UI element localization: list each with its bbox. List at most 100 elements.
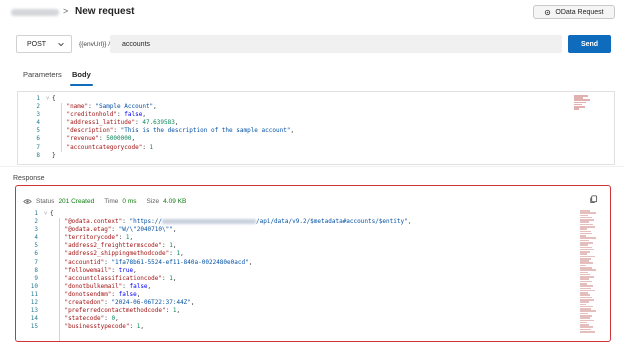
line-number: 1 <box>36 95 40 102</box>
fold-marker <box>44 267 50 275</box>
json-key: "name" <box>66 103 89 111</box>
code-line: 13 "preferredcontactmethodcode": 1, <box>16 307 411 315</box>
line-number: 14 <box>30 315 38 323</box>
redacted-host <box>162 219 256 225</box>
code-line: 12 "createdon": "2024-06-06T22:37:44Z", <box>16 299 411 307</box>
json-comma: , <box>133 266 137 274</box>
json-comma: , <box>136 290 141 298</box>
json-comma: , <box>180 250 184 258</box>
json-key: "preferredcontactmethodcode" <box>64 307 166 315</box>
tab-parameters[interactable]: Parameters <box>23 70 62 84</box>
code-bracket: { <box>50 210 54 217</box>
json-value: true <box>118 266 134 274</box>
line-number: 4 <box>34 234 38 242</box>
request-bar: POST {{envUrl}} / accounts Send <box>10 33 616 55</box>
code-line: 9 "accountclassificationcode": 1, <box>16 275 411 283</box>
response-status-row: Status 201 Created Time 0 ms Size 4.09 K… <box>23 196 186 206</box>
status-label: Status <box>36 197 55 205</box>
json-key: "accountcategorycode" <box>66 143 143 151</box>
code-line: 6 "revenue": 5000000, <box>18 135 294 143</box>
time-label: Time <box>104 197 119 205</box>
method-value: POST <box>27 40 47 48</box>
json-comma: , <box>140 323 144 331</box>
body-editor[interactable]: 1 ˅{2 "name": "Sample Account", 3 "credito… <box>17 91 615 165</box>
size-value: 4.09 KB <box>163 197 187 205</box>
json-value: 1 <box>149 143 154 151</box>
fold-marker <box>46 103 52 111</box>
copy-icon[interactable] <box>589 195 598 204</box>
fold-marker <box>44 275 50 283</box>
line-number: 3 <box>34 226 38 234</box>
json-key: "description" <box>66 127 114 135</box>
json-value: "This is the description of the sample a… <box>120 127 291 135</box>
line-number: 8 <box>36 151 40 159</box>
json-key: "donotbulkemail" <box>64 282 123 290</box>
json-comma: , <box>190 299 195 307</box>
json-key: "createdon" <box>64 299 105 307</box>
time-value: 0 ms <box>122 197 137 205</box>
json-comma: , <box>153 103 157 111</box>
line-number: 4 <box>36 119 40 127</box>
send-button[interactable]: Send <box>568 35 611 53</box>
fold-marker <box>44 299 50 307</box>
json-comma: , <box>290 127 295 135</box>
breadcrumb-separator: > <box>63 6 69 16</box>
page-title: New request <box>75 6 135 17</box>
json-key: "statecode" <box>64 315 105 323</box>
json-comma: , <box>248 258 253 266</box>
code-line: 3 "@odata.etag": "W/\"2040710\"", <box>16 226 411 234</box>
line-number: 3 <box>36 111 40 119</box>
fold-marker <box>44 250 50 258</box>
method-select[interactable]: POST <box>16 35 72 53</box>
code-line: 4 "territorycode": 1, <box>16 234 411 242</box>
json-comma: , <box>131 135 136 143</box>
line-number: 9 <box>34 274 38 282</box>
code-line: 7 "accountcategorycode": 1 <box>18 144 294 152</box>
response-section-label: Response <box>13 175 45 182</box>
response-minimap[interactable] <box>580 210 598 340</box>
json-string: "https:// <box>129 218 162 226</box>
body-code[interactable]: 1 ˅{2 "name": "Sample Account", 3 "credito… <box>18 95 294 160</box>
code-line: 15 "businesstypecode": 1, <box>16 323 411 331</box>
fold-marker <box>46 144 52 152</box>
fold-marker <box>44 315 50 323</box>
json-key: "businesstypecode" <box>64 323 130 331</box>
tab-body[interactable]: Body <box>70 70 93 86</box>
fold-marker <box>46 135 52 143</box>
json-value: false <box>124 111 143 119</box>
line-number: 6 <box>36 135 40 143</box>
json-colon: : <box>111 266 119 274</box>
code-line: 1 ˅{ <box>18 95 294 103</box>
line-number: 6 <box>34 250 38 258</box>
json-value: "2024-06-06T22:37:44Z" <box>111 299 191 307</box>
line-number: 5 <box>36 127 40 135</box>
eye-icon <box>23 198 32 204</box>
fold-marker <box>44 283 50 291</box>
code-line: 10 "donotbulkemail": false, <box>16 283 411 291</box>
json-value: 5000000 <box>106 135 132 143</box>
code-line: 6 "address2_shippingmethodcode": 1, <box>16 250 411 258</box>
odata-request-button[interactable]: OData Request <box>533 5 615 19</box>
response-panel: Status 201 Created Time 0 ms Size 4.09 K… <box>15 185 611 342</box>
line-number: 7 <box>34 258 38 266</box>
line-number: 2 <box>34 218 38 226</box>
json-colon: : <box>113 127 121 135</box>
json-colon: : <box>118 234 126 242</box>
line-number: 1 <box>34 210 38 217</box>
json-value: false <box>129 282 148 290</box>
gear-icon <box>545 9 551 15</box>
url-value: accounts <box>122 40 151 48</box>
body-minimap[interactable] <box>574 95 594 113</box>
response-code[interactable]: 1 ˅{2 "@odata.context": "https:///api/dat… <box>16 210 412 331</box>
json-key: "followemail" <box>64 266 112 274</box>
line-number: 15 <box>30 323 38 331</box>
code-line: 3 "creditonhold": false, <box>18 111 294 119</box>
json-comma: , <box>142 111 146 119</box>
breadcrumb-root[interactable] <box>11 9 59 16</box>
fold-marker <box>44 218 50 226</box>
fold-marker <box>44 234 50 242</box>
fold-marker <box>46 111 52 119</box>
url-input[interactable]: accounts <box>110 35 562 53</box>
json-comma: , <box>147 282 152 290</box>
json-value: "W/\"2040710\"" <box>118 226 173 234</box>
